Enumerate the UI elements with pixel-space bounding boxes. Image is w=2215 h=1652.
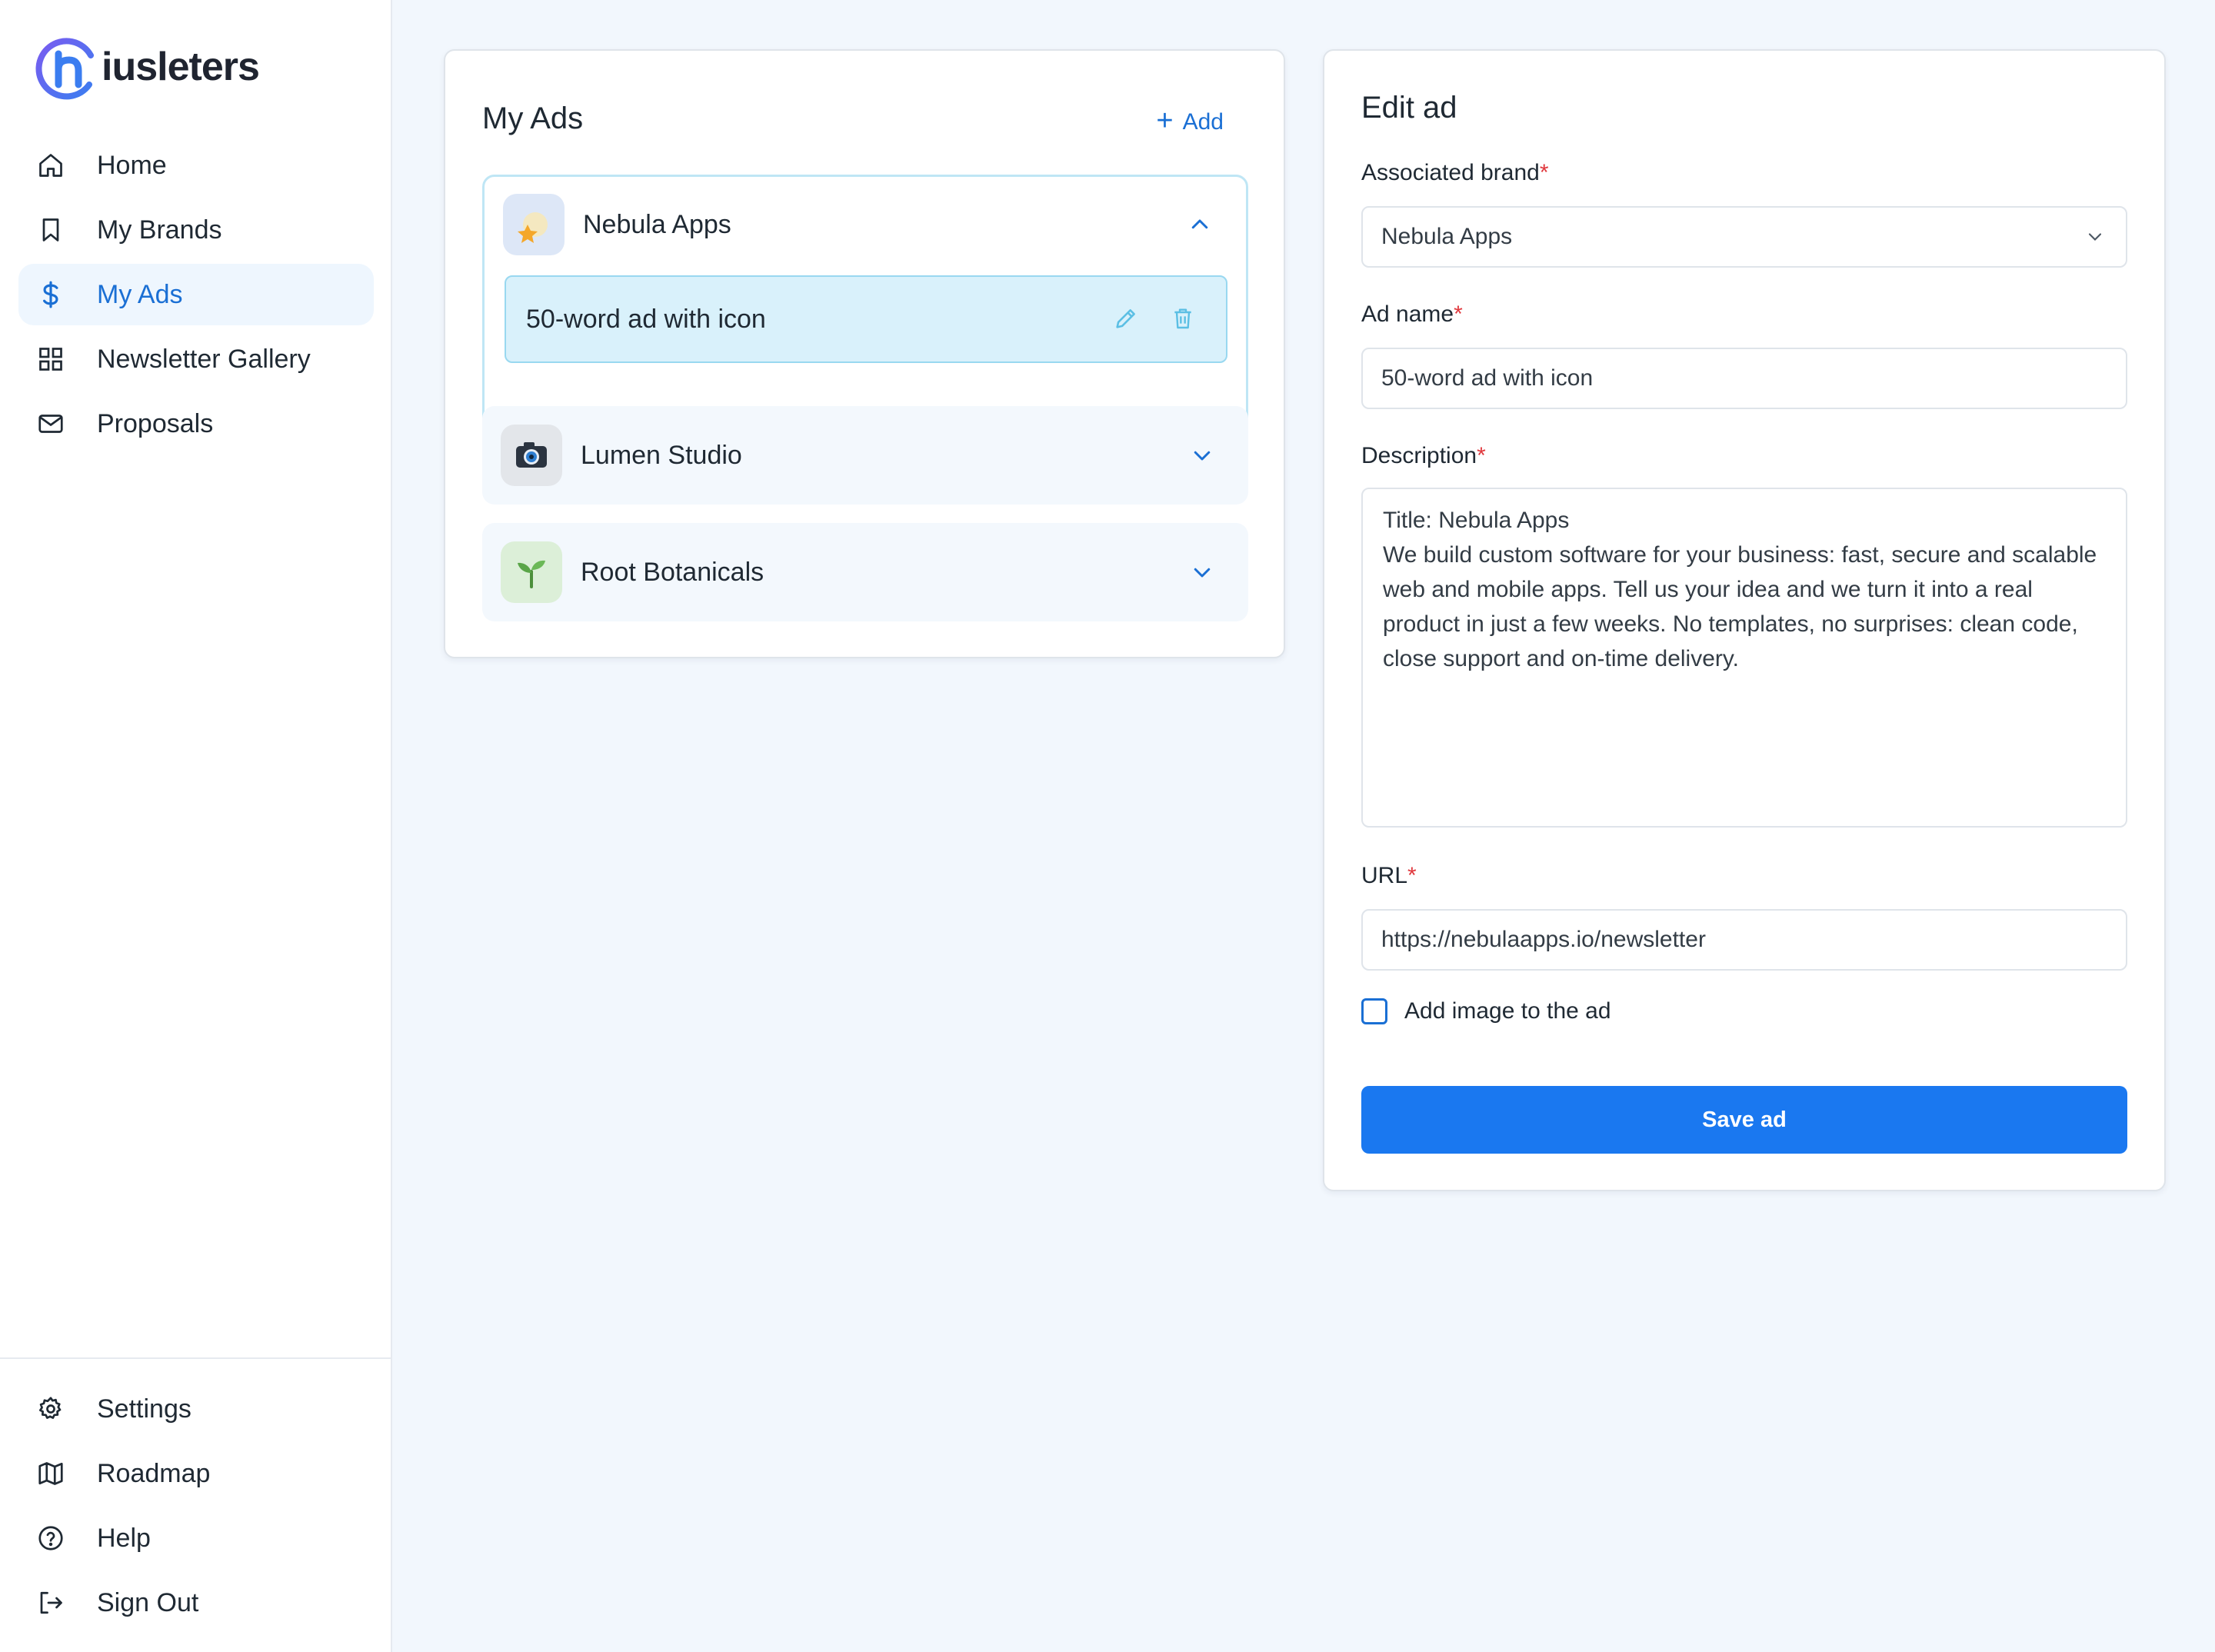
brand-group-root-botanicals: Root Botanicals bbox=[482, 523, 1248, 621]
help-circle-icon bbox=[35, 1523, 66, 1554]
add-label: Add bbox=[1182, 109, 1224, 135]
ad-item[interactable]: 50-word ad with icon bbox=[505, 275, 1227, 363]
ad-name-label: Ad name* bbox=[1361, 301, 1463, 327]
brand-header[interactable]: Lumen Studio bbox=[501, 425, 1230, 486]
edit-ad-panel: Edit ad Associated brand* Nebula Apps Ad… bbox=[1323, 49, 2166, 1191]
ad-name: 50-word ad with icon bbox=[526, 304, 766, 334]
url-value: https://nebulaapps.io/newsletter bbox=[1381, 927, 1706, 952]
brand-select-value: Nebula Apps bbox=[1381, 224, 1513, 249]
ad-actions bbox=[1112, 305, 1197, 332]
ad-name-value: 50-word ad with icon bbox=[1381, 365, 1594, 391]
chevron-up-icon[interactable] bbox=[1184, 209, 1215, 240]
chevron-down-icon bbox=[2084, 226, 2106, 254]
description-textarea[interactable]: Title: Nebula Apps We build custom softw… bbox=[1361, 488, 2127, 828]
star-moon-icon bbox=[518, 212, 548, 243]
dollar-icon bbox=[35, 279, 66, 310]
nav-item-my-ads[interactable]: My Ads bbox=[18, 264, 374, 325]
checkbox-label: Add image to the ad bbox=[1404, 998, 1611, 1024]
brand-avatar bbox=[503, 194, 565, 255]
nav-label: Home bbox=[97, 150, 167, 180]
nav-item-roadmap[interactable]: Roadmap bbox=[18, 1443, 374, 1504]
nav-item-settings[interactable]: Settings bbox=[18, 1378, 374, 1440]
sidebar: iusleters Home My Brands My Ads Newslett… bbox=[0, 0, 392, 1652]
nav-item-newsletter-gallery[interactable]: Newsletter Gallery bbox=[18, 328, 374, 390]
brand-name: Nebula Apps bbox=[583, 209, 731, 239]
brand-group-nebula-apps: Nebula Apps 50-word ad with icon bbox=[482, 175, 1248, 437]
nav-item-home[interactable]: Home bbox=[18, 135, 374, 196]
nav-item-sign-out[interactable]: Sign Out bbox=[18, 1572, 374, 1634]
add-image-option[interactable]: Add image to the ad bbox=[1361, 998, 1611, 1024]
plus-icon: + bbox=[1156, 105, 1174, 137]
logo-text: iusleters bbox=[102, 45, 260, 89]
chevron-down-icon[interactable] bbox=[1187, 440, 1217, 471]
save-ad-button[interactable]: Save ad bbox=[1361, 1086, 2127, 1154]
nav-label: Settings bbox=[97, 1394, 192, 1424]
delete-trash-icon[interactable] bbox=[1169, 305, 1197, 332]
sprout-icon bbox=[518, 560, 545, 588]
add-ad-button[interactable]: + Add bbox=[1156, 105, 1224, 137]
sign-out-icon bbox=[35, 1587, 66, 1618]
nav-item-help[interactable]: Help bbox=[18, 1507, 374, 1569]
nav-label: My Ads bbox=[97, 279, 183, 309]
add-image-checkbox[interactable] bbox=[1361, 998, 1387, 1024]
panel-title: Edit ad bbox=[1361, 91, 1457, 125]
nav-label: Sign Out bbox=[97, 1587, 199, 1617]
brand-group-lumen-studio: Lumen Studio bbox=[482, 406, 1248, 505]
bookmark-icon bbox=[35, 215, 66, 245]
nav-label: Newsletter Gallery bbox=[97, 344, 311, 374]
nav-label: Help bbox=[97, 1523, 151, 1553]
description-label: Description* bbox=[1361, 443, 1486, 468]
url-input[interactable]: https://nebulaapps.io/newsletter bbox=[1361, 909, 2127, 971]
brand-label: Associated brand* bbox=[1361, 160, 1549, 185]
url-label: URL* bbox=[1361, 863, 1417, 888]
brand-avatar bbox=[501, 425, 562, 486]
brand-avatar bbox=[501, 541, 562, 603]
map-icon bbox=[35, 1458, 66, 1489]
brand-header[interactable]: Nebula Apps bbox=[503, 194, 1227, 255]
logo-mark-icon bbox=[35, 38, 94, 100]
panel-title: My Ads bbox=[482, 102, 584, 135]
brand-name: Lumen Studio bbox=[581, 440, 742, 470]
main-nav: Home My Brands My Ads Newsletter Gallery… bbox=[18, 135, 374, 458]
camera-icon bbox=[516, 442, 547, 468]
gear-icon bbox=[35, 1394, 66, 1424]
ad-name-input[interactable]: 50-word ad with icon bbox=[1361, 348, 2127, 409]
nav-label: Roadmap bbox=[97, 1458, 211, 1488]
app-logo[interactable]: iusleters bbox=[35, 34, 260, 103]
brand-select[interactable]: Nebula Apps bbox=[1361, 206, 2127, 268]
brand-name: Root Botanicals bbox=[581, 557, 764, 587]
nav-label: My Brands bbox=[97, 215, 222, 245]
chevron-down-icon[interactable] bbox=[1187, 557, 1217, 588]
edit-pencil-icon[interactable] bbox=[1112, 305, 1140, 332]
sidebar-divider bbox=[0, 1357, 392, 1359]
my-ads-panel: My Ads + Add Nebula Apps 50-word ad with… bbox=[444, 49, 1285, 658]
nav-item-my-brands[interactable]: My Brands bbox=[18, 199, 374, 261]
brand-header[interactable]: Root Botanicals bbox=[501, 541, 1230, 603]
home-icon bbox=[35, 150, 66, 181]
mail-icon bbox=[35, 408, 66, 439]
nav-label: Proposals bbox=[97, 408, 214, 438]
nav-item-proposals[interactable]: Proposals bbox=[18, 393, 374, 455]
grid-icon bbox=[35, 344, 66, 375]
secondary-nav: Settings Roadmap Help Sign Out bbox=[18, 1378, 374, 1637]
